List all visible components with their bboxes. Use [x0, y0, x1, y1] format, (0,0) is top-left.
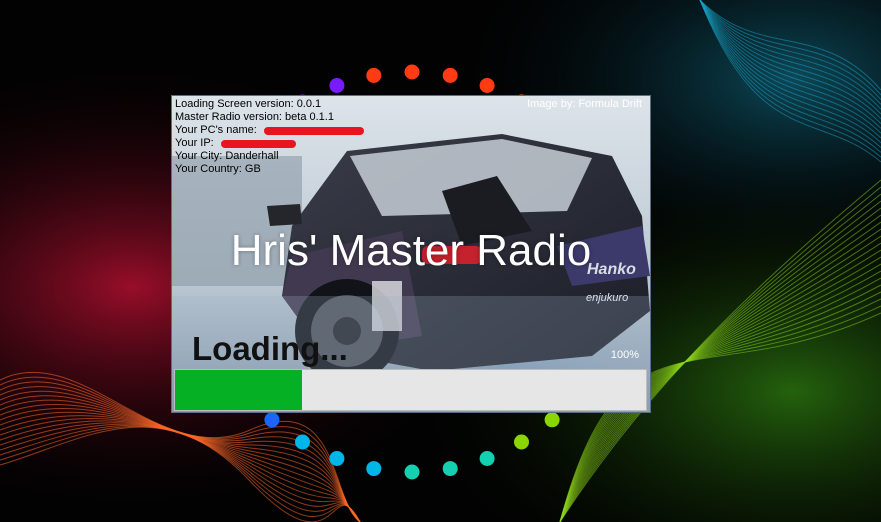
progress-bar-fill	[175, 370, 303, 410]
info-line: Your Country: GB	[175, 163, 364, 176]
redaction-mark	[263, 127, 364, 135]
ring-dot	[366, 461, 382, 477]
progress-percent: 100%	[610, 349, 639, 361]
image-credit: Image by: Formula Drift	[527, 98, 642, 110]
info-line-text: Your PC's name:	[175, 124, 260, 136]
ring-dot	[479, 78, 495, 93]
ring-dot	[404, 64, 420, 80]
info-line: Your IP:	[175, 137, 364, 150]
ring-dot	[295, 434, 310, 450]
ring-dot	[442, 461, 458, 477]
info-line-text: Your City: Danderhall	[175, 150, 279, 162]
info-line: Master Radio version: beta 0.1.1	[175, 111, 364, 124]
ring-dot	[479, 451, 495, 466]
splash-window: Hanko enjukuro Loading Screen version: 0…	[171, 95, 651, 413]
ring-dot	[264, 412, 280, 428]
info-line: Your PC's name:	[175, 124, 364, 137]
info-line-text: Your IP:	[175, 137, 217, 149]
info-line-text: Loading Screen version: 0.0.1	[175, 98, 322, 110]
ring-dot	[442, 67, 458, 83]
app-title: Hris' Master Radio	[230, 226, 592, 275]
system-info: Loading Screen version: 0.0.1 Master Radi…	[175, 98, 364, 176]
redaction-mark	[220, 140, 296, 148]
info-line: Your City: Danderhall	[175, 150, 364, 163]
progress-bar	[174, 369, 647, 411]
ring-dot	[404, 464, 420, 480]
ring-dot	[514, 434, 529, 450]
ring-dot	[329, 78, 345, 93]
info-line-text: Your Country: GB	[175, 163, 261, 175]
ring-dot	[329, 451, 345, 466]
ring-dot	[366, 67, 382, 83]
info-line-text: Master Radio version: beta 0.1.1	[175, 111, 334, 123]
loading-label: Loading...	[192, 330, 348, 367]
info-line: Loading Screen version: 0.0.1	[175, 98, 364, 111]
ring-dot	[544, 412, 560, 428]
